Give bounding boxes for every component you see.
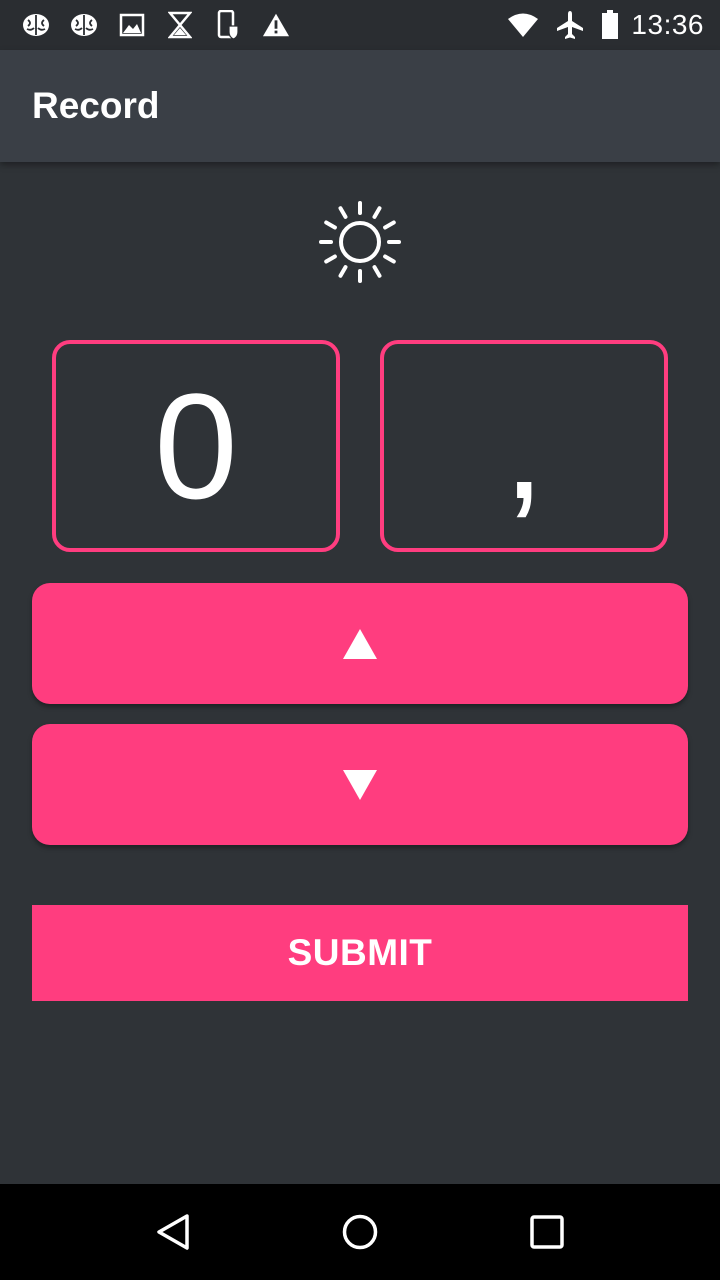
page-title: Record: [32, 85, 160, 126]
increment-button[interactable]: [32, 583, 688, 704]
hourglass-icon: [166, 11, 194, 39]
back-icon[interactable]: [143, 1202, 203, 1262]
battery-icon: [601, 10, 619, 39]
recents-icon[interactable]: [517, 1202, 577, 1262]
notification-icons: [22, 10, 310, 40]
digit-box-right[interactable]: ,: [380, 340, 668, 552]
brain-icon: [70, 11, 98, 39]
phone-shield-icon: [214, 10, 242, 40]
submit-button[interactable]: SUBMIT: [32, 905, 688, 1001]
digit-box-left[interactable]: 0: [52, 340, 340, 552]
system-icons: 13:36: [491, 9, 704, 41]
brain-icon: [22, 11, 50, 39]
airplane-mode-icon: [555, 11, 585, 39]
submit-label: SUBMIT: [287, 932, 433, 973]
image-icon: [118, 11, 146, 39]
warning-icon: [262, 11, 290, 39]
digit-value-right: ,: [503, 362, 545, 530]
screen: 13:36 Record 0 , SUBMIT: [0, 0, 720, 1280]
digit-value-left: 0: [154, 362, 238, 530]
app-bar: Record: [0, 50, 720, 162]
arrow-down-icon: [343, 769, 377, 800]
sun-icon: [318, 200, 402, 284]
home-icon[interactable]: [330, 1202, 390, 1262]
status-bar: 13:36: [0, 0, 720, 50]
decrement-button[interactable]: [32, 724, 688, 845]
status-clock: 13:36: [631, 9, 704, 40]
wifi-icon: [507, 11, 539, 39]
arrow-up-icon: [343, 628, 377, 659]
navigation-bar: [0, 1184, 720, 1280]
